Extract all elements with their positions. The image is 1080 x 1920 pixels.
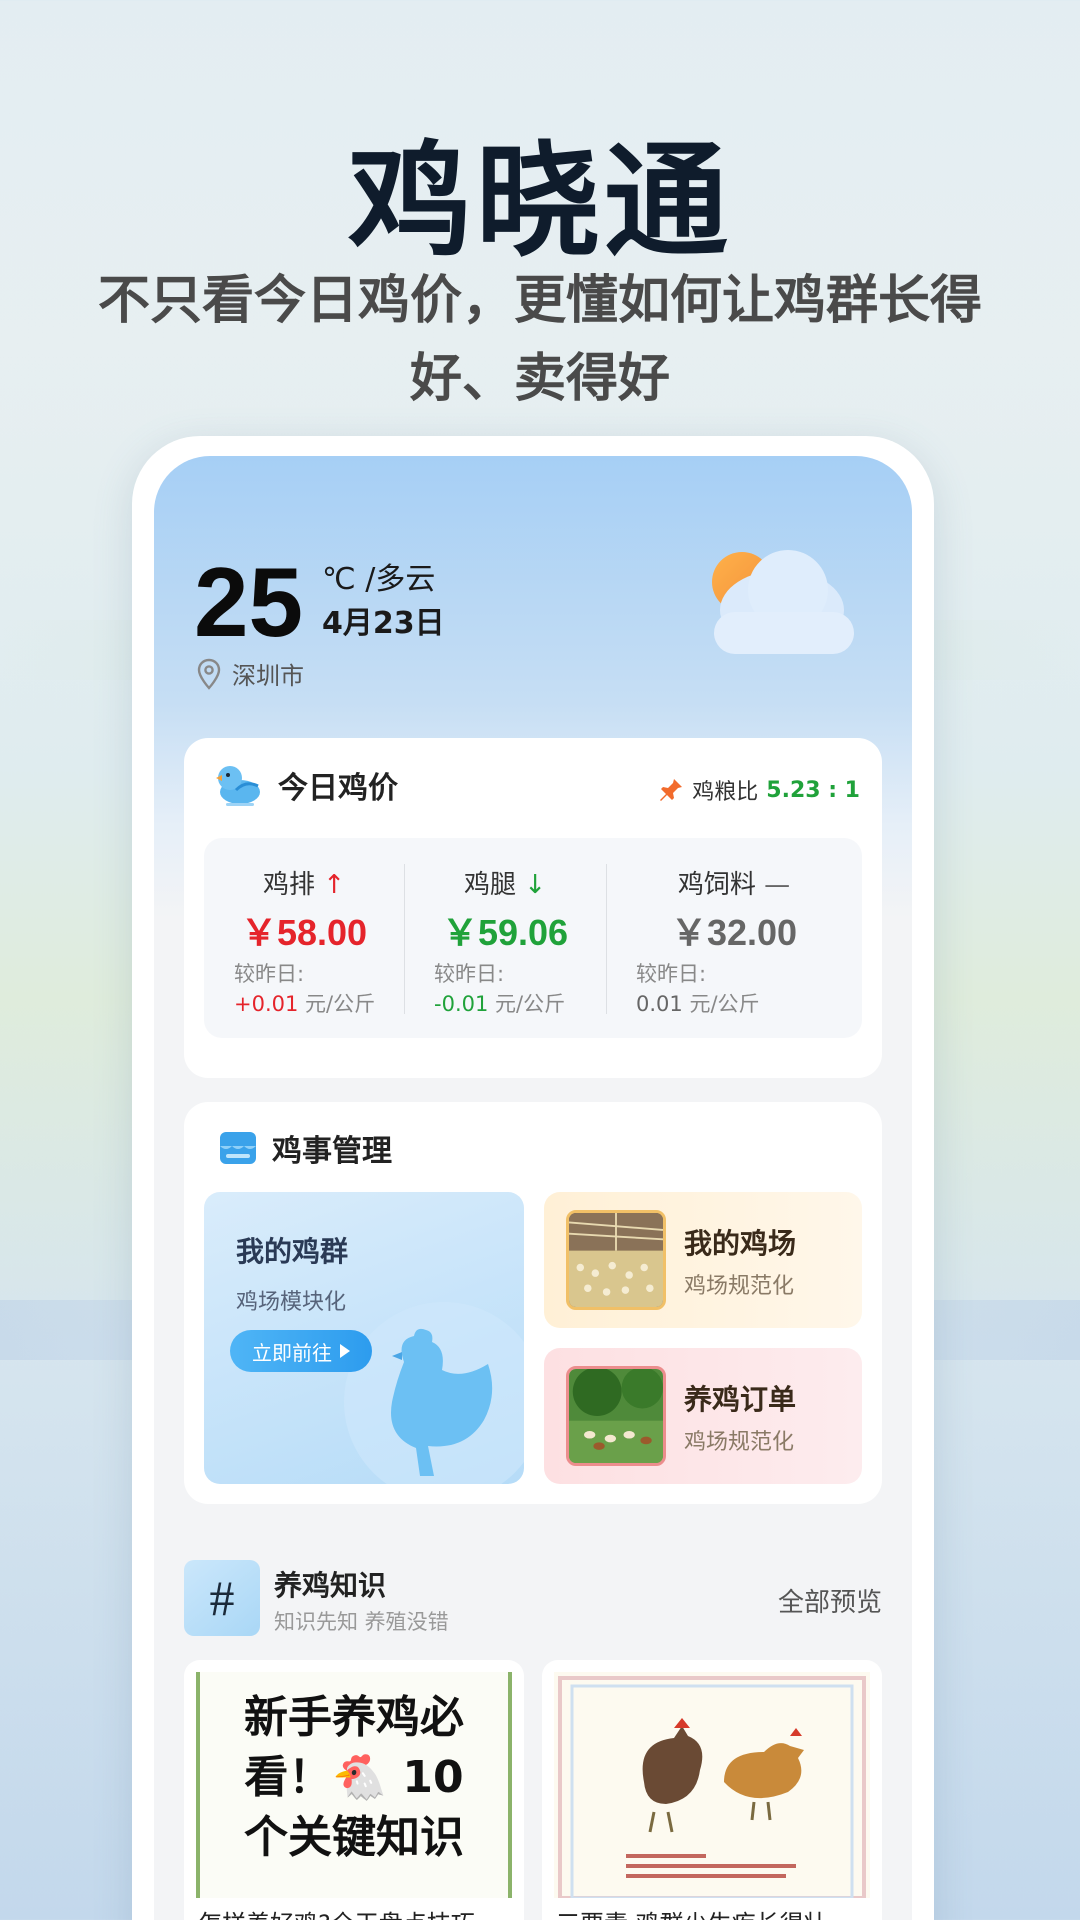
article-card[interactable]: 三要素 鸡群少生疾长得壮 bbox=[542, 1660, 882, 1920]
chicken-order-card[interactable]: 养鸡订单 鸡场规范化 bbox=[544, 1348, 862, 1484]
weather-condition: ℃ /多云 bbox=[322, 562, 436, 597]
trend-down-icon: ↓ bbox=[524, 870, 547, 900]
app-subtitle: 不只看今日鸡价，更懂如何让鸡群长得好、卖得好 bbox=[97, 271, 982, 409]
store-icon bbox=[220, 1132, 256, 1164]
price-item-chicken-feed[interactable]: 鸡饲料 — ￥32.00 较昨日: 0.01 元/公斤 bbox=[606, 838, 862, 1038]
price-card-header: 今日鸡价 bbox=[214, 762, 398, 808]
feed-ratio: 鸡粮比 5.23 : 1 bbox=[658, 774, 860, 806]
view-all-link[interactable]: 全部预览 bbox=[778, 1582, 882, 1619]
trend-up-icon: ↑ bbox=[323, 870, 346, 900]
my-flock-card[interactable]: 我的鸡群 鸡场模块化 立即前往 bbox=[204, 1192, 524, 1484]
my-farm-subtitle: 鸡场规范化 bbox=[684, 1274, 795, 1299]
management-card: 鸡事管理 我的鸡群 鸡场模块化 立即前往 我的鸡场 鸡场规范化 养鸡订单 鸡场规… bbox=[184, 1102, 882, 1504]
price-change: -0.01 元/公斤 bbox=[434, 992, 566, 1016]
price-item-name: 鸡腿 ↓ bbox=[463, 870, 547, 900]
feed-ratio-value: 5.23 : 1 bbox=[766, 777, 860, 803]
price-list: 鸡排 ↑ ￥58.00 较昨日: +0.01 元/公斤 鸡腿 ↓ ￥59.06 … bbox=[204, 838, 862, 1038]
date: 4月23日 bbox=[322, 606, 445, 641]
hashtag-icon: # bbox=[184, 1560, 260, 1636]
article-caption: 三要素 鸡群少生疾长得壮 bbox=[556, 1904, 872, 1920]
knowledge-subtitle: 知识先知 养殖没错 bbox=[274, 1610, 449, 1634]
location[interactable]: 深圳市 bbox=[196, 656, 304, 691]
knowledge-title: 养鸡知识 bbox=[274, 1569, 387, 1602]
price-item-chicken-leg[interactable]: 鸡腿 ↓ ￥59.06 较昨日: -0.01 元/公斤 bbox=[404, 838, 606, 1038]
compare-label: 较昨日: bbox=[434, 962, 505, 986]
my-flock-subtitle: 鸡场模块化 bbox=[236, 1290, 347, 1315]
management-header: 鸡事管理 bbox=[218, 1126, 392, 1170]
phone-frame: 25 ℃ /多云 4月23日 深圳市 今日鸡价 鸡粮比 5.23: 1 鸡排 … bbox=[132, 436, 934, 1920]
compare-label: 较昨日: bbox=[636, 962, 707, 986]
price-item-chicken-chop[interactable]: 鸡排 ↑ ￥58.00 较昨日: +0.01 元/公斤 bbox=[204, 838, 404, 1038]
location-label: 深圳市 bbox=[232, 662, 304, 690]
pin-icon bbox=[660, 779, 683, 801]
chicken-order-subtitle: 鸡场规范化 bbox=[684, 1430, 795, 1455]
my-farm-card[interactable]: 我的鸡场 鸡场规范化 bbox=[544, 1192, 862, 1328]
go-now-button[interactable]: 立即前往 bbox=[230, 1330, 372, 1372]
article-caption: 怎样养好鸡?全干盘点技巧 bbox=[198, 1904, 514, 1920]
compare-label: 较昨日: bbox=[234, 962, 305, 986]
today-price-card: 今日鸡价 鸡粮比 5.23 : 1 鸡排 ↑ ￥58.00 较昨日: +0.01… bbox=[184, 738, 882, 1078]
app-screen: 25 ℃ /多云 4月23日 深圳市 今日鸡价 鸡粮比 5.23: 1 鸡排 … bbox=[154, 456, 912, 1920]
location-pin-icon bbox=[197, 658, 221, 690]
management-title: 鸡事管理 bbox=[272, 1134, 392, 1169]
price-value: ￥32.00 bbox=[670, 912, 798, 953]
my-farm-title: 我的鸡场 bbox=[684, 1227, 797, 1260]
article-poster: 新手养鸡必 看！🐔 10 个关键知识 bbox=[196, 1672, 512, 1898]
price-change: 0.01 元/公斤 bbox=[636, 992, 760, 1016]
chicken-order-title: 养鸡订单 bbox=[684, 1383, 797, 1416]
app-title: 鸡晓通 bbox=[347, 130, 732, 274]
trend-flat-icon: — bbox=[764, 870, 791, 900]
knowledge-header: # 养鸡知识 知识先知 养殖没错 全部预览 bbox=[184, 1560, 882, 1640]
article-image bbox=[554, 1672, 870, 1898]
order-photo bbox=[566, 1366, 666, 1466]
chick-icon bbox=[216, 766, 260, 806]
poster-text: 新手养鸡必 看！🐔 10 个关键知识 bbox=[244, 1692, 464, 1863]
temperature: 25 bbox=[194, 547, 304, 657]
feed-ratio-label: 鸡粮比 bbox=[692, 780, 759, 805]
price-item-name: 鸡饲料 — bbox=[677, 870, 791, 900]
my-flock-title: 我的鸡群 bbox=[236, 1235, 349, 1268]
go-now-label: 立即前往 bbox=[252, 1340, 332, 1365]
article-card[interactable]: 新手养鸡必 看！🐔 10 个关键知识 怎样养好鸡?全干盘点技巧 bbox=[184, 1660, 524, 1920]
price-card-title: 今日鸡价 bbox=[278, 771, 398, 806]
partly-cloudy-icon bbox=[712, 550, 854, 654]
hen-illustration-icon bbox=[344, 1302, 524, 1484]
play-arrow-icon bbox=[340, 1344, 350, 1358]
price-value: ￥58.00 bbox=[240, 912, 368, 953]
farm-photo bbox=[566, 1210, 666, 1310]
price-item-name: 鸡排 ↑ bbox=[262, 870, 346, 900]
price-value: ￥59.06 bbox=[441, 912, 569, 953]
price-change: +0.01 元/公斤 bbox=[234, 992, 376, 1016]
